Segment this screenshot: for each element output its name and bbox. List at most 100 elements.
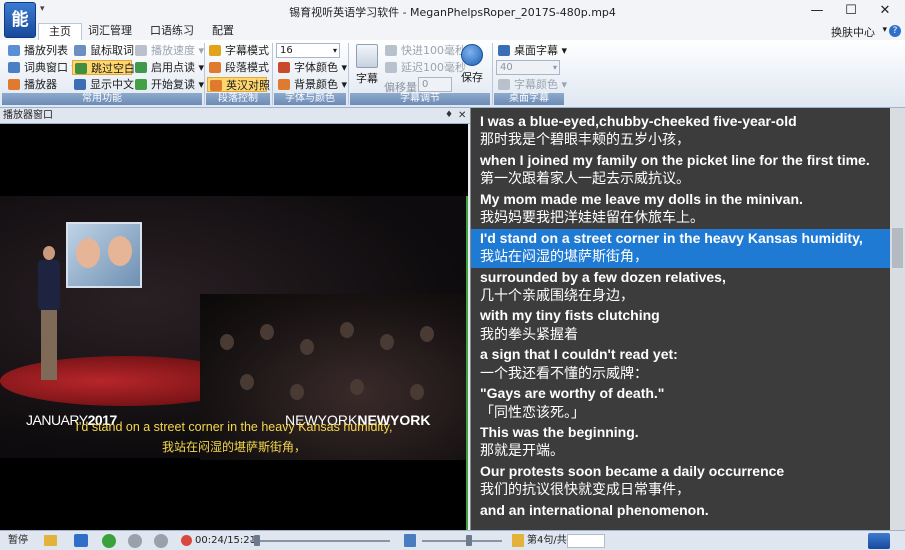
title-bar: ▾ 锡育视听英语学习软件 - MeganPhelpsRoper_2017S-48… (0, 0, 905, 22)
transcript-line[interactable]: Our protests soon became a daily occurre… (471, 462, 891, 481)
help-icon[interactable]: ? (889, 25, 901, 37)
transcript-line[interactable]: "Gays are worthy of death." (471, 384, 891, 403)
dictionary-icon (8, 62, 20, 73)
group-separator (348, 43, 349, 105)
subtitle-color-icon (498, 79, 510, 90)
transcript-line[interactable]: a sign that I couldn't read yet: (471, 345, 891, 364)
volume-icon[interactable] (404, 534, 416, 547)
start-repeat-button[interactable]: 开始复读 ▾ (133, 77, 204, 92)
app-logo[interactable]: 能 (4, 2, 36, 38)
clock-icon (181, 535, 192, 546)
speed-icon (135, 45, 147, 56)
app-logo-small (868, 533, 890, 549)
transcript-line[interactable]: This was the beginning. (471, 423, 891, 442)
desktop-subtitle-icon (498, 45, 510, 56)
transcript-line[interactable]: 我们的抗议很快就变成日常事件， (471, 481, 891, 500)
skin-center-button[interactable]: 换肤中心 (831, 24, 875, 40)
enable-click-read-button[interactable]: 启用点读 ▾ (133, 60, 204, 75)
tab-settings[interactable]: 配置 (202, 23, 244, 40)
player-panel-header: 播放器窗口 (0, 108, 470, 124)
panel-close-button[interactable]: ✕ (458, 108, 466, 124)
player-button[interactable]: 播放器 (6, 77, 57, 92)
folder-icon[interactable] (44, 535, 57, 546)
tab-speaking[interactable]: 口语练习 (140, 23, 204, 40)
desktop-subtitle-color-button[interactable]: 字幕颜色 ▾ (496, 77, 567, 92)
subtitle-mode-button[interactable]: 字幕模式 (207, 43, 269, 58)
video-view[interactable]: JANUARY2017 NEWYORKNEWYORK I'd stand on … (0, 124, 468, 530)
minimize-button[interactable]: — (800, 0, 834, 22)
show-chinese-button[interactable]: 显示中文 (72, 77, 134, 92)
progress-track[interactable] (250, 540, 390, 542)
sentence-jump-input[interactable] (567, 534, 605, 548)
maximize-button[interactable]: ☐ (834, 0, 868, 22)
record-icon[interactable] (154, 534, 168, 548)
transcript-line[interactable]: 我妈妈要我把洋娃娃留在休旅车上。 (471, 209, 891, 228)
transcript-panel[interactable]: I was a blue-eyed,chubby-cheeked five-ye… (470, 108, 905, 530)
transcript-line[interactable]: with my tiny fists clutching (471, 306, 891, 325)
dictionary-window-button[interactable]: 词典窗口 ▾ (6, 60, 77, 75)
audience (200, 294, 468, 460)
projection-screen (66, 222, 142, 288)
window-title: 锡育视听英语学习软件 - MeganPhelpsRoper_2017S-480p… (289, 6, 616, 19)
chinese-text-icon (74, 79, 86, 90)
bilingual-button[interactable]: 英汉对照 (207, 77, 270, 92)
subtitle-button[interactable]: 字幕 (352, 44, 382, 86)
font-size-select[interactable]: 16 ▾ (276, 43, 340, 58)
desktop-subtitle-button[interactable]: 桌面字幕 ▾ (496, 43, 567, 58)
tab-home[interactable]: 主页 (38, 23, 82, 40)
close-button[interactable]: ✕ (868, 0, 902, 22)
transcript-scrollbar[interactable] (890, 108, 905, 530)
transcript-line[interactable]: I was a blue-eyed,chubby-cheeked five-ye… (471, 112, 891, 131)
transcript-line[interactable]: 一个我还看不懂的示威牌： (471, 365, 891, 384)
group-separator (272, 43, 273, 105)
transcript-line[interactable]: 那就是开端。 (471, 442, 891, 461)
group-separator (204, 43, 205, 105)
transcript-line[interactable]: My mom made me leave my dolls in the min… (471, 190, 891, 209)
paragraph-mode-button[interactable]: 段落模式 (207, 60, 269, 75)
offset-input[interactable]: 0 (418, 77, 452, 92)
subtitle-file-icon[interactable] (74, 534, 88, 547)
forward-100ms-button[interactable]: 快进100毫秒 (383, 43, 466, 58)
playback-speed-button[interactable]: 播放速度 ▾ (133, 43, 204, 58)
mouse-lookup-button[interactable]: 鼠标取词 (72, 43, 134, 58)
forward-icon (385, 45, 397, 56)
group-caption-desktop: 桌面字幕 (494, 93, 564, 105)
transcript-line[interactable]: surrounded by a few dozen relatives, (471, 268, 891, 287)
subtitle-mode-icon (209, 45, 221, 56)
subtitle-icon (356, 44, 378, 68)
delay-100ms-button[interactable]: 延迟100毫秒 (383, 60, 466, 75)
transcript-line[interactable]: 「同性恋该死。」 (471, 404, 891, 423)
volume-knob[interactable] (466, 535, 472, 546)
transcript-line[interactable]: I'd stand on a street corner in the heav… (471, 228, 891, 249)
font-color-icon (278, 62, 290, 73)
transcript-line[interactable]: 我站在闷湿的堪萨斯街角， (471, 248, 891, 268)
pin-icon[interactable]: ♦ (445, 110, 453, 120)
transcript-line[interactable]: and an international phenomenon. (471, 501, 891, 520)
chevron-down-icon[interactable]: ▾ (882, 25, 887, 35)
stop-icon[interactable] (128, 534, 142, 548)
desktop-font-size-select[interactable]: 40 ▾ (496, 60, 560, 75)
sentence-icon (512, 534, 524, 547)
playlist-button[interactable]: 播放列表 (6, 43, 68, 58)
skip-blank-button[interactable]: 跳过空白 (72, 60, 135, 75)
transcript-line[interactable]: 第一次跟着家人一起去示威抗议。 (471, 170, 891, 189)
bilingual-icon (210, 80, 222, 91)
save-button[interactable]: 保存 (456, 44, 488, 85)
volume-track[interactable] (422, 540, 502, 542)
transcript-line[interactable]: 我的拳头紧握着 (471, 326, 891, 345)
transcript-lines: I was a blue-eyed,chubby-cheeked five-ye… (471, 112, 891, 520)
pause-button[interactable]: 暂停 (8, 534, 28, 548)
status-bar: 暂停 00:24/15:21 第4句/共365句 (0, 530, 905, 550)
cursor-icon (74, 45, 86, 56)
progress-knob[interactable] (253, 535, 260, 546)
transcript-line[interactable]: 那时我是个碧眼丰颊的五岁小孩， (471, 131, 891, 150)
background-color-button[interactable]: 背景颜色 ▾ (276, 77, 347, 92)
transcript-line[interactable]: when I joined my family on the picket li… (471, 151, 891, 170)
tab-vocabulary[interactable]: 词汇管理 (78, 23, 142, 40)
scrollbar-thumb[interactable] (892, 228, 903, 268)
splitter[interactable] (466, 196, 468, 532)
transcript-line[interactable]: 几十个亲戚围绕在身边， (471, 287, 891, 306)
ribbon: 播放列表 词典窗口 ▾ 播放器 鼠标取词 跳过空白 显示中文 播放速度 ▾ 启用… (0, 40, 905, 108)
play-icon[interactable] (102, 534, 116, 548)
font-color-button[interactable]: 字体颜色 ▾ (276, 60, 347, 75)
